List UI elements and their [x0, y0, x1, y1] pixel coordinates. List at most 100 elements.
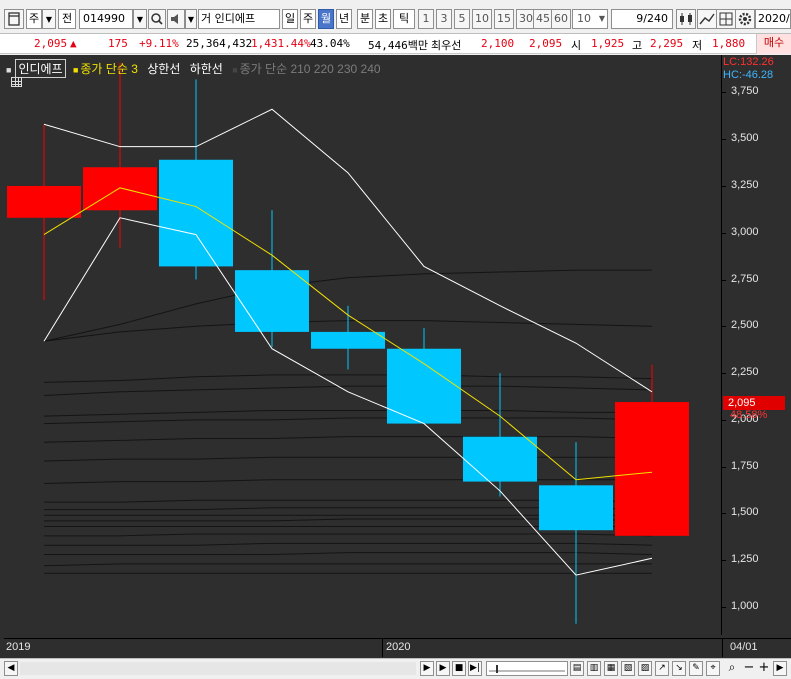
layout-icon-5[interactable]: ▨	[638, 661, 652, 676]
legend-ma[interactable]: 종가 단순 3	[80, 62, 138, 76]
best-price-2: 2,095	[529, 37, 563, 50]
y-tick-mark	[722, 279, 726, 281]
play-icon[interactable]: ▶	[436, 661, 450, 676]
long-ma-line	[43, 479, 652, 484]
speaker-icon[interactable]	[167, 9, 185, 29]
layout-icon-4[interactable]: ▧	[621, 661, 635, 676]
current-price-marker: 2,095	[723, 396, 785, 410]
candle-body	[539, 485, 613, 531]
period-week[interactable]: 주	[300, 9, 316, 29]
zoom-search-icon[interactable]: ⌕	[725, 661, 739, 676]
long-ma-line	[43, 417, 653, 425]
x-tick	[382, 639, 383, 657]
current-price: 2,095	[34, 37, 68, 50]
scroll-left-icon[interactable]: ◀	[4, 661, 18, 676]
long-ma-line	[43, 374, 653, 383]
count-input[interactable]: 9/240	[611, 9, 673, 29]
cursor-icon[interactable]: ⌖	[706, 661, 720, 676]
x-label-2019: 2019	[6, 641, 31, 653]
x-label-2020: 2020	[386, 641, 411, 653]
lc-label: LC:132.26	[723, 56, 774, 68]
period-day[interactable]: 일	[282, 9, 298, 29]
y-tick-mark	[722, 185, 726, 187]
layout-icon-2[interactable]: ▥	[587, 661, 601, 676]
candle-body	[7, 185, 81, 218]
period-minute[interactable]: 분	[357, 9, 373, 29]
candle-body	[159, 159, 233, 267]
interval-10[interactable]: 10	[472, 9, 492, 29]
zoom-slider[interactable]	[486, 661, 568, 676]
line-chart-icon[interactable]	[697, 9, 717, 29]
chevron-down-icon[interactable]: ▼	[42, 9, 56, 29]
zoom-in-icon[interactable]: +	[757, 661, 771, 676]
scrollbar-track[interactable]	[20, 662, 416, 675]
layout-icon-1[interactable]: ▤	[570, 661, 584, 676]
legend-upper[interactable]: 상한선	[147, 62, 180, 76]
code-input[interactable]: 014990	[79, 9, 133, 29]
period-second[interactable]: 초	[375, 9, 391, 29]
legend-stock-name[interactable]: 인디에프	[15, 59, 66, 78]
interval-15[interactable]: 15	[494, 9, 514, 29]
up-arrow-icon: ▲	[70, 37, 77, 50]
y-tick-label: 2,500	[731, 319, 759, 332]
interval-45[interactable]: 45	[533, 9, 553, 29]
buy-button[interactable]: 매수	[756, 34, 791, 54]
layout-icon-3[interactable]: ▦	[604, 661, 618, 676]
high-label: 고	[632, 39, 643, 52]
chart-type-select[interactable]: 주	[26, 9, 42, 29]
long-ma-line	[43, 409, 652, 417]
interval-60[interactable]: 60	[551, 9, 571, 29]
legend-lower[interactable]: 하한선	[190, 62, 223, 76]
table-icon[interactable]	[11, 77, 22, 87]
y-tick-mark	[722, 92, 726, 94]
legend-ma-long[interactable]: 종가 단순 210 220 230 240	[240, 62, 381, 76]
window-icon[interactable]	[4, 9, 24, 29]
y-tick-label: 3,250	[731, 178, 759, 191]
volume-pct: 1,431.44%	[251, 37, 311, 50]
period-tick[interactable]: 틱	[393, 9, 415, 29]
chart-legend: ■ 인디에프 ■ 종가 단순 3 상한선 하한선 ■ 종가 단순 210 220 23…	[6, 59, 381, 78]
y-tick-label: 1,000	[731, 599, 759, 612]
interval-value: 10	[577, 12, 591, 25]
period-year[interactable]: 년	[336, 9, 352, 29]
period-month[interactable]: 월	[318, 9, 334, 29]
stop-icon[interactable]: ■	[452, 661, 466, 676]
long-ma-line	[43, 563, 652, 567]
code-dropdown-icon[interactable]: ▼	[133, 9, 147, 29]
candle-type-icon[interactable]	[676, 9, 696, 29]
price-plot[interactable]	[4, 55, 720, 635]
trend-icon-2[interactable]: ↘	[672, 661, 686, 676]
name-prefix: 거	[201, 12, 212, 25]
zoom-out-icon[interactable]: −	[742, 661, 756, 676]
market-select[interactable]: 전	[58, 9, 76, 29]
y-tick-label: 2,750	[731, 272, 759, 285]
search-icon[interactable]	[148, 9, 166, 29]
y-tick-label: 3,750	[731, 85, 759, 98]
interval-3[interactable]: 3	[436, 9, 452, 29]
candle-body	[235, 270, 309, 332]
y-axis[interactable]: LC:132.26 HC:-46.28 1,000 1,250 1,500 1,750…	[721, 55, 791, 635]
y-tick-label: 1,500	[731, 506, 759, 519]
speaker-dropdown-icon[interactable]: ▼	[185, 9, 197, 29]
interval-input[interactable]: 10 ▼	[572, 9, 608, 29]
date-input[interactable]: 2020/0	[755, 9, 791, 29]
long-ma-line	[43, 456, 652, 462]
grid-icon[interactable]	[716, 9, 736, 29]
trend-icon-1[interactable]: ↗	[655, 661, 669, 676]
gear-icon[interactable]	[735, 9, 755, 29]
y-tick-label: 2,250	[731, 366, 759, 379]
y-tick-mark	[722, 326, 726, 328]
chart-area[interactable]: ■ 인디에프 ■ 종가 단순 3 상한선 하한선 ■ 종가 단순 210 220 23…	[0, 55, 791, 658]
interval-1[interactable]: 1	[418, 9, 434, 29]
interval-5[interactable]: 5	[454, 9, 470, 29]
expand-right-icon[interactable]: ▶	[773, 661, 787, 676]
y-tick-mark	[722, 606, 726, 608]
stock-name-field[interactable]: 거 인디에프	[198, 9, 280, 29]
scroll-right-icon[interactable]: ▶	[420, 661, 434, 676]
long-ma-line	[43, 385, 653, 397]
best-price: 2,100	[481, 37, 515, 50]
fast-forward-icon[interactable]: ▶|	[468, 661, 482, 676]
long-ma-line	[44, 552, 653, 556]
low-label: 저	[692, 39, 703, 52]
draw-icon[interactable]: ✎	[689, 661, 703, 676]
